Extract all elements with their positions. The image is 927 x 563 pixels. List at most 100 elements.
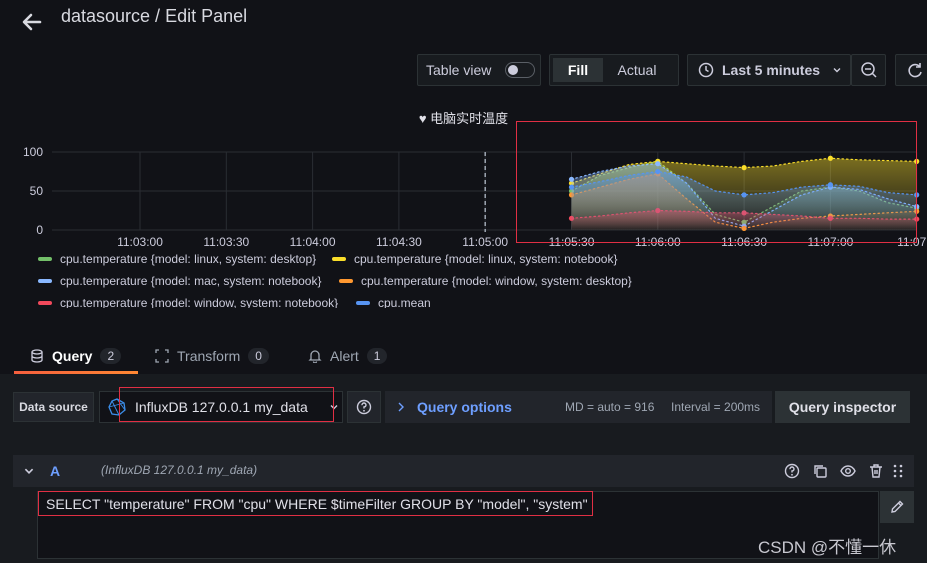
query-inspector-button[interactable]: Query inspector bbox=[775, 391, 910, 423]
data-source-value: InfluxDB 127.0.0.1 my_data bbox=[135, 399, 308, 415]
chart-title: ♥ 电脑实时温度 bbox=[0, 108, 927, 127]
legend-label: cpu.temperature {model: window, system: … bbox=[361, 274, 632, 288]
query-options-md: MD = auto = 916 bbox=[565, 400, 655, 414]
data-source-select[interactable]: InfluxDB 127.0.0.1 my_data bbox=[99, 391, 343, 423]
x-tick-label: 11:05:30 bbox=[549, 235, 595, 249]
toggle-switch[interactable] bbox=[505, 62, 536, 78]
legend-item[interactable]: cpu.temperature {model: linux, system: n… bbox=[332, 252, 617, 266]
x-tick-label: 11:03:30 bbox=[203, 235, 249, 249]
x-tick-label: 11:07:3 bbox=[897, 235, 927, 249]
help-icon[interactable] bbox=[784, 463, 800, 479]
bell-icon bbox=[308, 350, 322, 363]
query-options-toggle[interactable]: Query options MD = auto = 916 Interval =… bbox=[385, 391, 772, 423]
x-tick-label: 11:05:00 bbox=[462, 235, 508, 249]
data-point bbox=[741, 165, 747, 171]
data-point bbox=[741, 192, 747, 198]
collapse-chevron-icon[interactable] bbox=[23, 465, 35, 477]
zoom-out-icon bbox=[860, 62, 877, 78]
data-point bbox=[914, 192, 920, 198]
y-tick-label: 50 bbox=[30, 184, 44, 198]
database-icon bbox=[31, 349, 43, 363]
heart-icon: ♥ bbox=[418, 111, 427, 126]
legend-swatch bbox=[339, 279, 353, 283]
data-point bbox=[827, 155, 834, 161]
influxdb-icon bbox=[108, 398, 126, 416]
page-title: datasource / Edit Panel bbox=[61, 6, 248, 26]
zoom-out-button[interactable] bbox=[851, 54, 886, 86]
y-tick-label: 0 bbox=[36, 223, 43, 237]
x-tick-label: 11:07:00 bbox=[807, 235, 853, 249]
time-range-picker[interactable]: Last 5 minutes bbox=[687, 54, 851, 86]
data-point bbox=[655, 161, 661, 167]
x-tick-label: 11:06:00 bbox=[635, 235, 681, 249]
question-circle-icon bbox=[356, 399, 372, 415]
legend-item[interactable]: cpu.mean bbox=[356, 296, 431, 308]
chevron-down-icon bbox=[833, 68, 841, 73]
tab-query-label: Query bbox=[52, 348, 93, 364]
x-tick-label: 11:06:30 bbox=[721, 235, 767, 249]
legend-swatch bbox=[38, 257, 52, 261]
tab-alert-label: Alert bbox=[330, 348, 359, 364]
legend-swatch bbox=[38, 301, 52, 305]
data-point bbox=[914, 158, 920, 164]
fill-actual-group: Fill Actual bbox=[549, 54, 679, 86]
back-arrow-icon[interactable] bbox=[18, 8, 46, 36]
clock-icon bbox=[698, 62, 714, 78]
legend-item[interactable]: cpu.temperature {model: mac, system: not… bbox=[38, 274, 321, 288]
tab-alert[interactable]: Alert 1 bbox=[308, 340, 388, 372]
query-tabs: Query 2 Transform 0 Alert 1 bbox=[0, 340, 927, 374]
legend-swatch bbox=[356, 301, 370, 305]
legend-swatch bbox=[332, 257, 346, 261]
data-point bbox=[568, 176, 575, 182]
legend-label: cpu.temperature {model: linux, system: n… bbox=[354, 252, 618, 266]
tab-transform[interactable]: Transform 0 bbox=[155, 340, 269, 372]
data-point bbox=[568, 184, 575, 190]
trash-icon[interactable] bbox=[868, 463, 884, 479]
chevron-down-icon bbox=[330, 405, 338, 410]
query-letter[interactable]: A bbox=[50, 463, 60, 479]
data-point bbox=[827, 182, 834, 188]
x-tick-label: 11:04:00 bbox=[290, 235, 336, 249]
actual-button[interactable]: Actual bbox=[603, 58, 671, 82]
chevron-right-icon bbox=[398, 402, 404, 412]
legend-item[interactable]: cpu.temperature {model: window, system: … bbox=[339, 274, 632, 288]
fill-button[interactable]: Fill bbox=[553, 58, 603, 82]
legend-label: cpu.temperature {model: linux, system: d… bbox=[60, 252, 317, 266]
query-row-header: A (InfluxDB 127.0.0.1 my_data) bbox=[13, 455, 914, 487]
edit-query-button[interactable] bbox=[880, 491, 914, 523]
refresh-button[interactable] bbox=[895, 54, 927, 86]
legend-item[interactable]: cpu.temperature {model: linux, system: d… bbox=[38, 252, 316, 266]
legend-label: cpu.temperature {model: mac, system: not… bbox=[60, 274, 322, 288]
tab-transform-count: 0 bbox=[248, 348, 269, 364]
x-tick-label: 11:03:00 bbox=[117, 235, 163, 249]
time-range-label: Last 5 minutes bbox=[722, 62, 821, 78]
legend-label: cpu.mean bbox=[378, 296, 431, 308]
help-button[interactable] bbox=[347, 391, 381, 423]
pencil-icon bbox=[891, 500, 904, 513]
chart-legend: cpu.temperature {model: linux, system: d… bbox=[38, 252, 918, 308]
data-source-label: Data source bbox=[13, 392, 94, 422]
tab-transform-label: Transform bbox=[177, 348, 241, 364]
timeseries-chart[interactable]: 100 50 0 11:03:00 11:03:30 11:04:00 11:04:30 11… bbox=[0, 130, 927, 252]
watermark: CSDN @不懂一休 bbox=[758, 538, 897, 557]
eye-icon[interactable] bbox=[840, 463, 856, 479]
table-view-toggle[interactable]: Table view bbox=[417, 54, 541, 86]
transform-icon bbox=[155, 349, 169, 363]
legend-swatch bbox=[38, 279, 52, 283]
tab-query-count: 2 bbox=[100, 348, 122, 364]
tab-alert-count: 1 bbox=[366, 348, 388, 364]
tab-query[interactable]: Query 2 bbox=[30, 340, 122, 372]
query-text[interactable]: SELECT "temperature" FROM "cpu" WHERE $t… bbox=[46, 496, 588, 512]
chart-title-text: 电脑实时温度 bbox=[430, 111, 509, 126]
query-row-datasource: (InfluxDB 127.0.0.1 my_data) bbox=[101, 463, 258, 477]
legend-label: cpu.temperature {model: window, system: … bbox=[60, 296, 339, 308]
duplicate-icon[interactable] bbox=[812, 463, 828, 479]
legend-item[interactable]: cpu.temperature {model: window, system: … bbox=[38, 296, 338, 308]
drag-handle-icon[interactable] bbox=[890, 463, 906, 479]
y-tick-label: 100 bbox=[23, 145, 43, 159]
data-point bbox=[655, 168, 661, 175]
x-tick-label: 11:04:30 bbox=[376, 235, 422, 249]
refresh-icon bbox=[908, 63, 922, 78]
query-options-interval: Interval = 200ms bbox=[671, 400, 761, 414]
query-options-label: Query options bbox=[417, 399, 512, 415]
